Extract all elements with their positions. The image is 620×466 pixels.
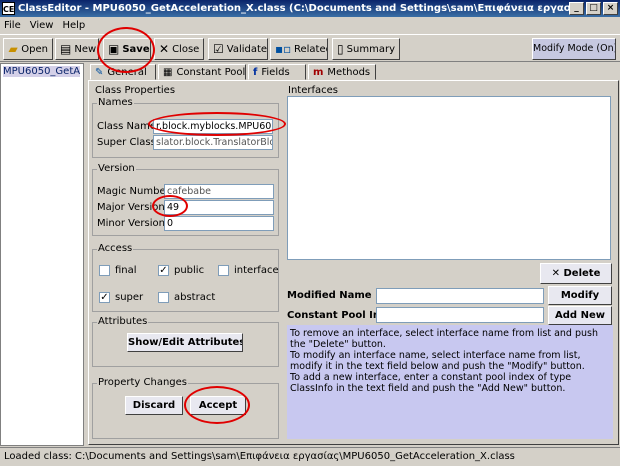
status-bar: Loaded class: C:\Documents and Settings\… [0, 447, 620, 466]
access-title: Access [97, 243, 134, 254]
delete-x-icon: ✕ [551, 268, 564, 279]
new-file-icon: ▤ [60, 42, 72, 56]
related-icon: ▪▫ [275, 42, 292, 56]
modify-button[interactable]: Modify [548, 286, 612, 305]
menu-view[interactable]: View [30, 20, 54, 31]
interface-checkbox-box[interactable] [218, 265, 229, 276]
constant-pool-index-field[interactable] [376, 307, 544, 323]
major-version-field[interactable]: 49 [164, 200, 274, 215]
close-icon: ✕ [159, 42, 170, 56]
checkbox-icon: ☑ [213, 42, 224, 56]
validate-button[interactable]: ☑ Validate [208, 38, 268, 60]
pencil-icon: ✎ [95, 66, 104, 78]
interface-checkbox[interactable]: interface [218, 265, 279, 276]
property-changes-group [92, 383, 279, 439]
tab-constant-pool[interactable]: ▦ Constant Pool [158, 64, 246, 80]
summary-button[interactable]: ▯ Summary [332, 38, 400, 60]
help-remove-text: To remove an interface, select interface… [290, 328, 598, 350]
close-window-button[interactable]: × [603, 2, 618, 15]
super-class-label: Super Class [97, 137, 156, 148]
tab-fields[interactable]: f Fields [248, 64, 306, 80]
names-title: Names [97, 97, 134, 108]
abstract-checkbox-box[interactable] [158, 292, 169, 303]
menu-bar: File View Help [0, 17, 620, 33]
new-button[interactable]: ▤ New [55, 38, 99, 60]
app-icon: CE [2, 2, 15, 15]
window-title: ClassEditor - MPU6050_GetAcceleration_X.… [18, 3, 569, 14]
show-edit-attributes-button[interactable]: Show/Edit Attributes [127, 333, 243, 352]
minor-version-label: Minor Version [97, 218, 165, 229]
accept-button[interactable]: Accept [190, 396, 246, 415]
tree-node-class[interactable]: ♦ MPU6050_GetA [3, 66, 83, 77]
add-new-button[interactable]: Add New [548, 306, 612, 325]
class-name-field[interactable]: r.block.myblocks.MPU6050_ [153, 119, 273, 134]
abstract-checkbox[interactable]: abstract [158, 292, 215, 303]
maximize-button[interactable]: □ [586, 2, 601, 15]
menu-help[interactable]: Help [62, 20, 85, 31]
close-button[interactable]: ✕ Close [154, 38, 204, 60]
class-tree[interactable]: ♦ MPU6050_GetA [0, 63, 84, 446]
tab-general[interactable]: ✎ General [90, 64, 156, 80]
save-button[interactable]: ▣ Save [103, 38, 151, 60]
tree-node-label: MPU6050_GetA [3, 66, 81, 77]
tab-methods[interactable]: m Methods [308, 64, 376, 80]
interfaces-title: Interfaces [288, 85, 338, 96]
interfaces-list[interactable] [287, 96, 611, 260]
class-properties-title: Class Properties [95, 85, 176, 96]
related-button[interactable]: ▪▫ Related [270, 38, 328, 60]
magic-number-field[interactable]: cafebabe [164, 184, 274, 199]
magic-number-label: Magic Number [97, 186, 170, 197]
property-changes-title: Property Changes [97, 377, 188, 388]
public-checkbox-box[interactable]: ✓ [158, 265, 169, 276]
class-name-label: Class Name [97, 121, 156, 132]
pool-icon: ▦ [163, 66, 173, 78]
modified-name-field[interactable] [376, 288, 544, 304]
final-checkbox-box[interactable] [99, 265, 110, 276]
interfaces-help-text: To remove an interface, select interface… [287, 325, 613, 439]
modify-mode-button[interactable]: Modify Mode (On) [532, 38, 616, 60]
attributes-title: Attributes [97, 316, 149, 327]
open-button[interactable]: ▰ Open [3, 38, 53, 60]
help-modify-text: To modify an interface name, select inte… [290, 350, 585, 372]
toolbar: ▰ Open ▤ New ▣ Save ✕ Close ☑ Validate ▪… [0, 34, 620, 62]
super-checkbox-box[interactable]: ✓ [99, 292, 110, 303]
method-icon: m [313, 66, 324, 78]
modified-name-label: Modified Name [287, 290, 372, 301]
folder-icon: ▰ [8, 42, 18, 56]
public-checkbox[interactable]: ✓ public [158, 265, 204, 276]
delete-button[interactable]: ✕ Delete [540, 263, 612, 284]
help-add-text: To add a new interface, enter a constant… [290, 372, 572, 394]
floppy-icon: ▣ [108, 42, 120, 56]
field-icon: f [253, 66, 258, 78]
super-checkbox[interactable]: ✓ super [99, 292, 143, 303]
discard-button[interactable]: Discard [125, 396, 183, 415]
version-title: Version [97, 163, 136, 174]
minimize-button[interactable]: _ [569, 2, 584, 15]
minor-version-field[interactable]: 0 [164, 216, 274, 231]
super-class-field[interactable]: slator.block.TranslatorBlock [153, 135, 273, 150]
final-checkbox[interactable]: final [99, 265, 137, 276]
major-version-label: Major Version [97, 202, 165, 213]
menu-file[interactable]: File [4, 20, 21, 31]
title-bar: CE ClassEditor - MPU6050_GetAcceleration… [0, 0, 620, 17]
document-icon: ▯ [337, 42, 344, 56]
